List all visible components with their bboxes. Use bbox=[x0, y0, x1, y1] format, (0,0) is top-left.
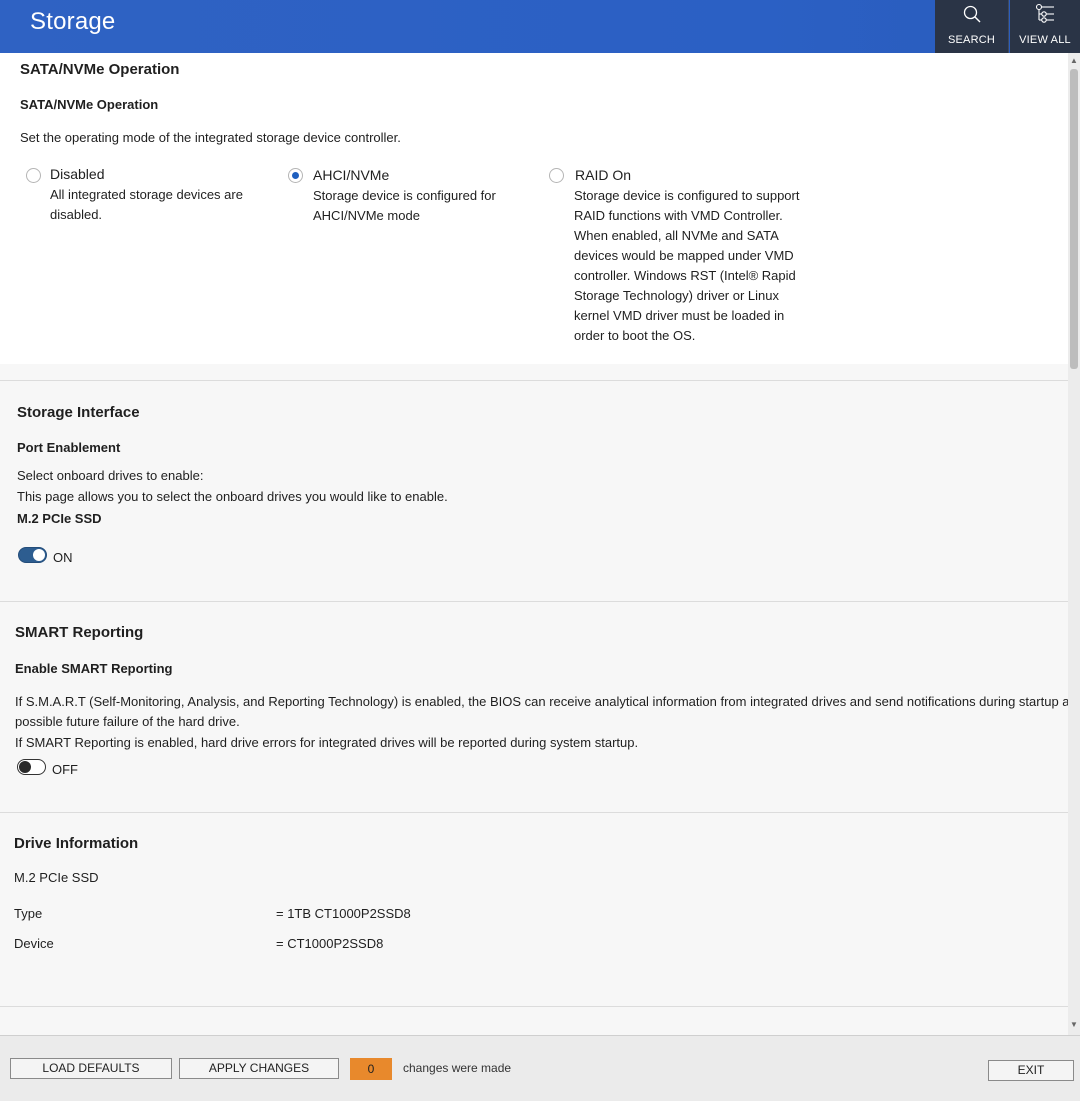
m2-pcie-ssd-label: M.2 PCIe SSD bbox=[17, 511, 102, 526]
radio-disabled-desc-line: All integrated storage devices are bbox=[50, 187, 243, 202]
section-divider bbox=[0, 380, 1068, 381]
port-enablement-title: Port Enablement bbox=[17, 440, 121, 455]
view-all-icon bbox=[1010, 1, 1080, 27]
sata-section-title: SATA/NVMe Operation bbox=[20, 61, 180, 78]
search-button[interactable]: SEARCH bbox=[935, 0, 1009, 53]
radio-raid-on-desc-line: devices would be mapped under VMD bbox=[574, 248, 794, 263]
sata-nvme-section: SATA/NVMe Operation SATA/NVMe Operation … bbox=[0, 53, 1068, 364]
smart-description-line: If S.M.A.R.T (Self-Monitoring, Analysis,… bbox=[15, 694, 1068, 709]
radio-ahci-nvme[interactable] bbox=[288, 168, 303, 183]
radio-ahci-nvme-desc-line: Storage device is configured for bbox=[313, 188, 496, 203]
m2-pcie-ssd-toggle[interactable] bbox=[18, 547, 47, 563]
toggle-knob bbox=[33, 549, 45, 561]
drive-type-label: Type bbox=[14, 906, 43, 921]
radio-raid-on-desc-line: controller. Windows RST (Intel® Rapid bbox=[574, 268, 796, 283]
load-defaults-button[interactable]: LOAD DEFAULTS bbox=[10, 1058, 172, 1079]
smart-reporting-toggle-state: OFF bbox=[52, 762, 78, 777]
radio-ahci-nvme-label: AHCI/NVMe bbox=[313, 167, 390, 183]
scroll-down-icon[interactable]: ▼ bbox=[1068, 1019, 1080, 1031]
radio-raid-on-desc-line: Storage device is configured to support bbox=[574, 188, 800, 203]
settings-content: SATA/NVMe Operation SATA/NVMe Operation … bbox=[0, 53, 1068, 1035]
radio-raid-on-desc-line: Storage Technology) driver or Linux bbox=[574, 288, 779, 303]
radio-raid-on-label: RAID On bbox=[575, 167, 632, 183]
storage-interface-title: Storage Interface bbox=[17, 404, 140, 421]
smart-reporting-title: SMART Reporting bbox=[15, 624, 144, 641]
sata-description: Set the operating mode of the integrated… bbox=[20, 130, 401, 145]
drive-device-label: Device bbox=[14, 936, 54, 951]
sata-setting-title: SATA/NVMe Operation bbox=[20, 97, 159, 112]
toggle-knob bbox=[19, 760, 31, 773]
section-divider bbox=[0, 812, 1068, 813]
storage-settings-page: Storage SEARCH VIEW ALL SATA/NVMe Operat… bbox=[0, 0, 1080, 1101]
radio-raid-on-desc-line: When enabled, all NVMe and SATA bbox=[574, 228, 779, 243]
smart-description-line: If SMART Reporting is enabled, hard driv… bbox=[15, 735, 639, 750]
search-label: SEARCH bbox=[947, 34, 996, 46]
radio-disabled-desc-line: disabled. bbox=[50, 207, 103, 222]
radio-ahci-nvme-desc-line: AHCI/NVMe mode bbox=[313, 208, 420, 223]
port-enablement-line: This page allows you to select the onboa… bbox=[17, 489, 448, 504]
smart-reporting-toggle[interactable] bbox=[17, 759, 46, 775]
vertical-scrollbar[interactable]: ▲ ▼ bbox=[1068, 53, 1080, 1035]
radio-raid-on-desc-line: kernel VMD driver must be loaded in bbox=[574, 308, 785, 323]
radio-raid-on[interactable] bbox=[549, 168, 564, 183]
drive-type-value: = 1TB CT1000P2SSD8 bbox=[276, 906, 411, 921]
search-icon bbox=[935, 1, 1008, 27]
radio-disabled-label: Disabled bbox=[50, 166, 105, 182]
exit-button[interactable]: EXIT bbox=[988, 1060, 1074, 1081]
smart-description-line: possible future failure of the hard driv… bbox=[15, 714, 240, 729]
changes-count-badge: 0 bbox=[350, 1058, 392, 1080]
radio-disabled[interactable] bbox=[26, 168, 41, 183]
drive-device-heading: M.2 PCIe SSD bbox=[14, 870, 99, 885]
section-divider bbox=[0, 1006, 1068, 1007]
radio-raid-on-desc-line: order to boot the OS. bbox=[574, 328, 696, 343]
scroll-up-icon[interactable]: ▲ bbox=[1068, 55, 1080, 67]
radio-raid-on-desc-line: RAID functions with VMD Controller. bbox=[574, 208, 783, 223]
enable-smart-reporting-title: Enable SMART Reporting bbox=[15, 661, 173, 676]
changes-count-label: changes were made bbox=[403, 1061, 512, 1075]
section-divider bbox=[0, 601, 1068, 602]
footer-bar: LOAD DEFAULTS APPLY CHANGES 0 changes we… bbox=[0, 1035, 1080, 1101]
scrollbar-thumb[interactable] bbox=[1070, 69, 1078, 369]
header-bar: Storage SEARCH VIEW ALL bbox=[0, 0, 1080, 53]
drive-information-title: Drive Information bbox=[14, 835, 139, 852]
view-all-button[interactable]: VIEW ALL bbox=[1010, 0, 1080, 53]
view-all-label: VIEW ALL bbox=[1019, 34, 1071, 46]
drive-device-value: = CT1000P2SSD8 bbox=[276, 936, 384, 951]
m2-pcie-ssd-toggle-state: ON bbox=[53, 550, 73, 565]
page-title: Storage bbox=[30, 8, 116, 35]
apply-changes-button[interactable]: APPLY CHANGES bbox=[179, 1058, 339, 1079]
port-enablement-line: Select onboard drives to enable: bbox=[17, 468, 204, 483]
